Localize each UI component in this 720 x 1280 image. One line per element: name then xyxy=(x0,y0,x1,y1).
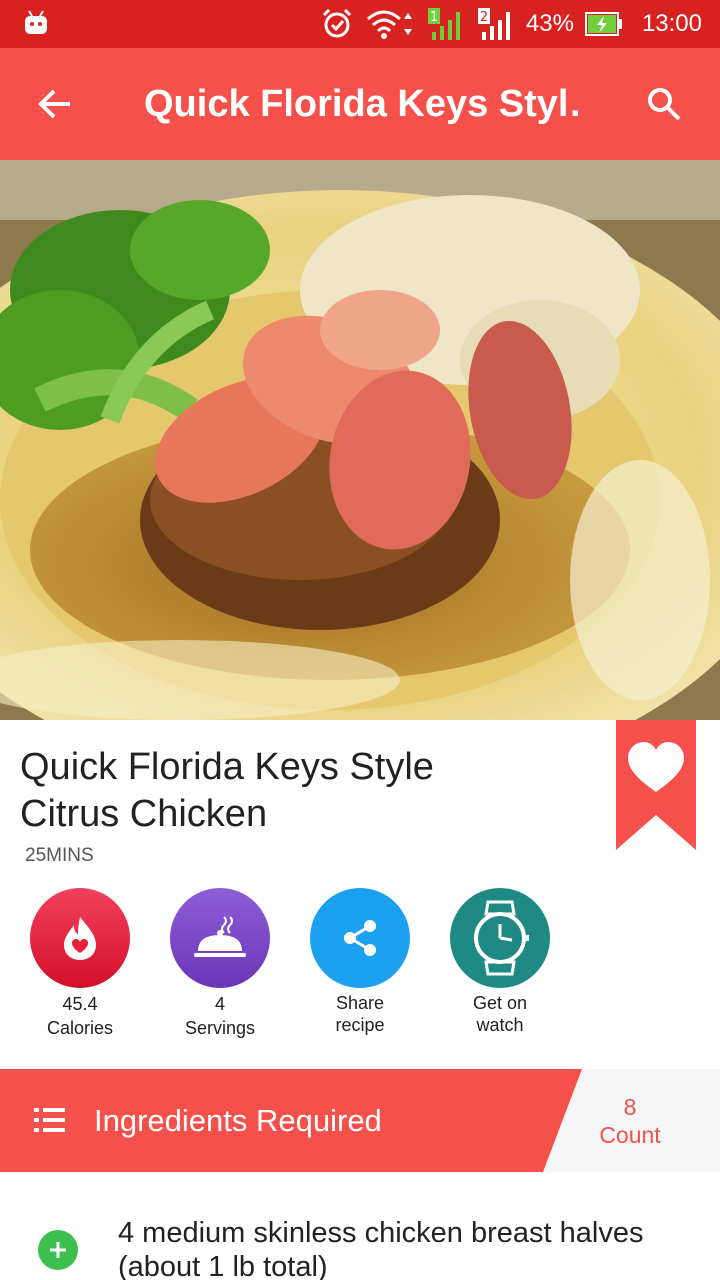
add-ingredient-button[interactable] xyxy=(38,1230,78,1270)
android-icon xyxy=(25,10,47,34)
calories-value: 45.4 xyxy=(62,994,98,1014)
signal-icon: 1 xyxy=(427,8,460,40)
signal-icon-2: 2 xyxy=(477,8,510,40)
flame-heart-icon xyxy=(30,888,130,988)
ingredients-title: Ingredients Required xyxy=(94,1103,382,1138)
app-bar: Quick Florida Keys Styl… xyxy=(0,48,720,160)
svg-text:2: 2 xyxy=(480,10,488,25)
recipe-title: Quick Florida Keys Style Citrus Chicken xyxy=(20,744,580,838)
calories-action[interactable]: 45.4 Calories xyxy=(10,888,150,1040)
ingredients-count-value: 8 xyxy=(623,1094,637,1120)
recipe-title-line-2: Citrus Chicken xyxy=(20,793,268,835)
status-bar: 1 2 43% 13:00 xyxy=(0,0,720,48)
ingredients-count-label: Count xyxy=(599,1122,661,1148)
list-icon xyxy=(34,1108,65,1132)
share-icon xyxy=(310,888,410,988)
share-label-2: recipe xyxy=(335,1015,385,1035)
watch-action[interactable]: Get on watch xyxy=(430,888,570,1036)
calories-label: Calories xyxy=(46,1018,114,1038)
ingredients-count: 8 Count xyxy=(580,1093,680,1149)
watch-label-2: watch xyxy=(476,1015,524,1035)
recipe-time: 25MINS xyxy=(25,845,94,866)
share-recipe-action[interactable]: Share recipe xyxy=(290,888,430,1036)
ingredients-header: Ingredients Required 8 Count xyxy=(0,1069,720,1172)
cloche-icon xyxy=(170,888,270,988)
arrow-back-icon xyxy=(38,89,70,119)
back-button[interactable] xyxy=(28,76,84,132)
alarm-icon xyxy=(322,8,351,38)
ingredient-line-2: (about 1 lb total) xyxy=(118,1251,328,1280)
app-bar-title: Quick Florida Keys Styl… xyxy=(144,83,584,125)
wifi-icon xyxy=(366,10,412,39)
plus-icon xyxy=(50,1242,66,1258)
ingredient-text: 4 medium skinless chicken breast halves … xyxy=(118,1216,688,1280)
servings-action[interactable]: 4 Servings xyxy=(150,888,290,1040)
servings-label: Servings xyxy=(184,1018,256,1038)
watch-icon xyxy=(450,888,550,988)
svg-text:1: 1 xyxy=(430,10,438,25)
ingredient-item: 4 medium skinless chicken breast halves … xyxy=(0,1214,720,1280)
favorite-bookmark-button[interactable] xyxy=(616,720,696,850)
recipe-photo xyxy=(0,160,720,720)
recipe-actions: 45.4 Calories 4 Servings Share recipe Ge… xyxy=(0,888,720,1048)
servings-value: 4 xyxy=(214,994,225,1014)
watch-label-1: Get on xyxy=(472,993,528,1013)
search-button[interactable] xyxy=(636,76,692,132)
battery-charging-icon xyxy=(584,12,622,36)
battery-percent: 43% xyxy=(525,10,574,37)
search-icon xyxy=(648,88,681,121)
recipe-title-line-1: Quick Florida Keys Style xyxy=(20,746,434,788)
share-label-1: Share xyxy=(335,993,385,1013)
clock: 13:00 xyxy=(641,10,702,37)
ingredient-line-1: 4 medium skinless chicken breast halves xyxy=(118,1217,644,1249)
